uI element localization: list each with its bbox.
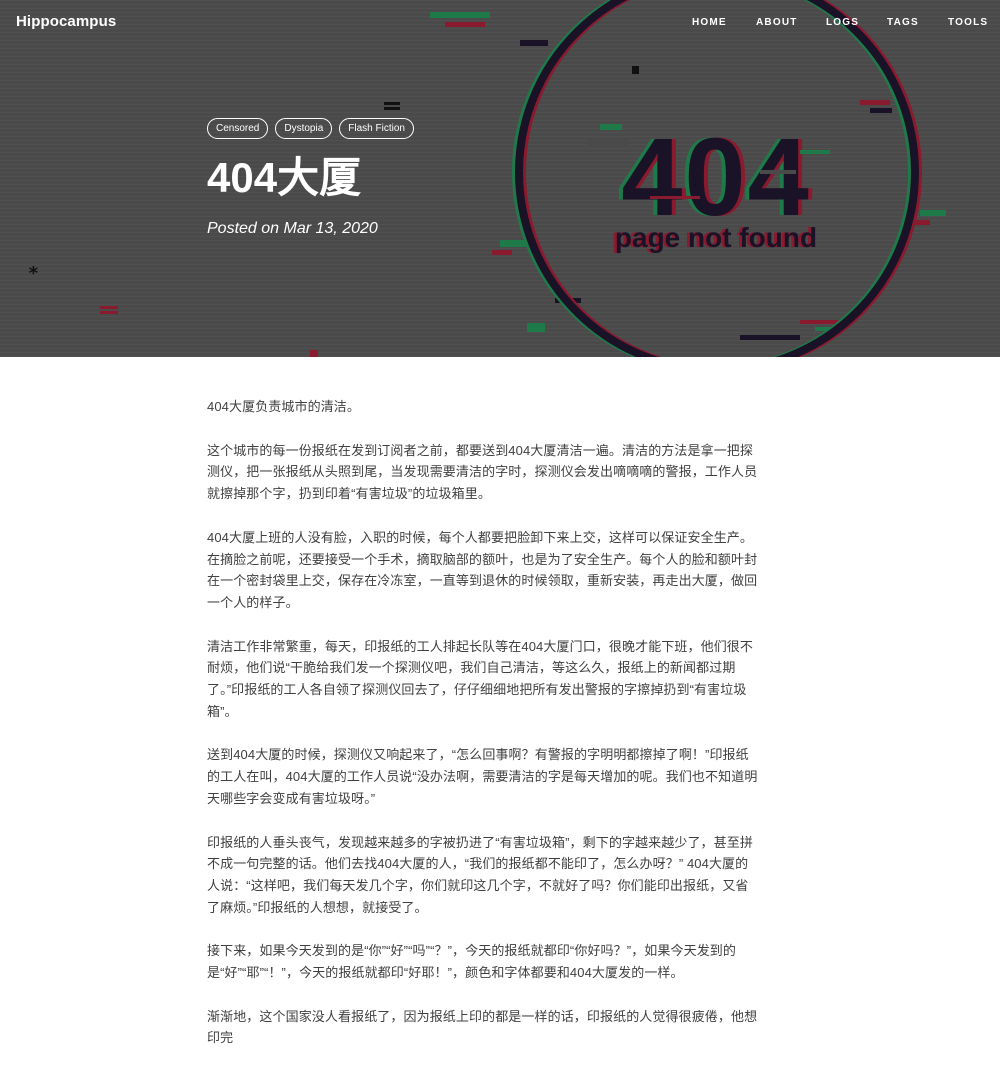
post-date: Posted on Mar 13, 2020 bbox=[207, 220, 378, 237]
post-header: * 404 404 404 page not found page not fo… bbox=[0, 0, 1000, 357]
article-paragraph: 清洁工作非常繁重，每天，印报纸的工人排起长队等在404大厦门口，很晚才能下班，他… bbox=[207, 638, 753, 719]
article-paragraph: 送到404大厦的时候，探测仪又响起来了，“怎么回事啊？有警报的字明明都擦掉了啊！… bbox=[207, 747, 758, 806]
article-paragraph: 印报纸的人垂头丧气，发现越来越多的字被扔进了“有害垃圾箱”，剩下的字越来越少了，… bbox=[207, 834, 753, 915]
nav-tags-link[interactable]: TAGS bbox=[887, 17, 919, 28]
article-paragraph: 渐渐地，这个国家没人看报纸了，因为报纸上印的都是一样的话，印报纸的人觉得很疲倦，… bbox=[207, 1008, 758, 1046]
404-glitch-background-image: * 404 404 404 page not found page not fo… bbox=[28, 0, 946, 357]
svg-text:*: * bbox=[28, 263, 39, 284]
tag-censored[interactable]: Censored bbox=[207, 118, 269, 139]
post-title: 404大厦 bbox=[207, 154, 362, 201]
nav-home-link[interactable]: HOME bbox=[692, 17, 727, 28]
article-body: 404大厦负责城市的清洁。 这个城市的每一份报纸在发到订阅者之前，都要送到404… bbox=[207, 396, 759, 1071]
post-tags: Censored Dystopia Flash Fiction bbox=[207, 118, 414, 139]
tag-flash-fiction[interactable]: Flash Fiction bbox=[339, 118, 414, 139]
article-paragraph: 接下来，如果今天发到的是“你”“好”“吗”“？”，今天的报纸就都印“你好吗？”，… bbox=[207, 943, 736, 981]
nav-tools-link[interactable]: TOOLS bbox=[948, 17, 988, 28]
nav-logs-link[interactable]: LOGS bbox=[826, 17, 859, 28]
article-paragraph: 404大厦负责城市的清洁。 bbox=[207, 399, 360, 414]
404-graphic-text: 404 404 404 page not found page not foun… bbox=[612, 116, 817, 253]
svg-text:page not found: page not found bbox=[615, 222, 817, 253]
tag-dystopia[interactable]: Dystopia bbox=[275, 118, 333, 139]
nav-about-link[interactable]: ABOUT bbox=[756, 17, 798, 28]
article-paragraph: 这个城市的每一份报纸在发到订阅者之前，都要送到404大厦清洁一遍。清洁的方法是拿… bbox=[207, 442, 758, 502]
site-brand-link[interactable]: Hippocampus bbox=[16, 13, 116, 30]
article-paragraph: 404大厦上班的人没有脸，入职的时候，每个人都要把脸卸下来上交，这样可以保证安全… bbox=[207, 529, 758, 610]
top-navbar: Hippocampus HOME ABOUT LOGS TAGS TOOLS bbox=[0, 0, 1000, 46]
svg-text:404: 404 bbox=[621, 116, 811, 239]
